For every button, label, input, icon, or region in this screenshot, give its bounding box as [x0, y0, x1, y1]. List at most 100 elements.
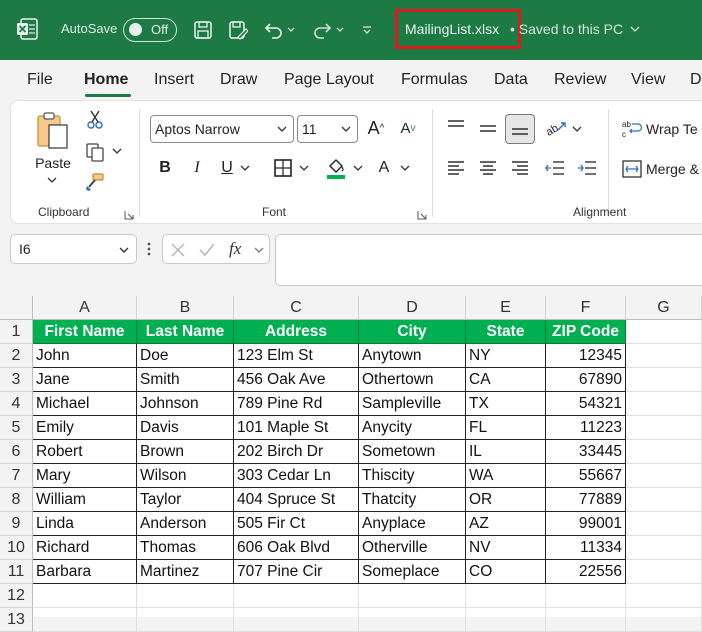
cell-e10[interactable]: NV	[466, 536, 546, 560]
cell-f4[interactable]: 54321	[546, 392, 626, 416]
cell-d3[interactable]: Othertown	[359, 368, 466, 392]
cell-e12[interactable]	[466, 584, 546, 608]
cell-a13[interactable]	[33, 608, 137, 632]
cell-b10[interactable]: Thomas	[137, 536, 234, 560]
row-header-1[interactable]: 1	[0, 320, 33, 344]
cell-c7[interactable]: 303 Cedar Ln	[234, 464, 359, 488]
cell-a7[interactable]: Mary	[33, 464, 137, 488]
cell-b3[interactable]: Smith	[137, 368, 234, 392]
cell-a8[interactable]: William	[33, 488, 137, 512]
tab-home[interactable]: Home	[84, 71, 128, 89]
merge-center-button[interactable]: Merge &	[622, 157, 702, 181]
decrease-font-icon[interactable]: Av	[397, 117, 419, 139]
format-painter-icon[interactable]	[83, 171, 107, 193]
cell-e8[interactable]: OR	[466, 488, 546, 512]
paste-dropdown-icon[interactable]	[45, 174, 59, 186]
cell-a11[interactable]: Barbara	[33, 560, 137, 584]
align-center-icon[interactable]	[477, 157, 499, 179]
cell-a9[interactable]: Linda	[33, 512, 137, 536]
row-header-4[interactable]: 4	[0, 392, 33, 416]
cell-b11[interactable]: Martinez	[137, 560, 234, 584]
cell-f1[interactable]: ZIP Code	[546, 320, 626, 344]
clipboard-launcher-icon[interactable]	[124, 207, 134, 220]
fill-color-dropdown-icon[interactable]	[352, 162, 364, 174]
underline-icon[interactable]: U	[217, 157, 237, 179]
row-header-8[interactable]: 8	[0, 488, 33, 512]
cell-c11[interactable]: 707 Pine Cir	[234, 560, 359, 584]
cell-a4[interactable]: Michael	[33, 392, 137, 416]
font-color-dropdown-icon[interactable]	[399, 162, 411, 174]
cell-f8[interactable]: 77889	[546, 488, 626, 512]
cell-c12[interactable]	[234, 584, 359, 608]
paste-icon[interactable]	[33, 111, 73, 151]
row-header-7[interactable]: 7	[0, 464, 33, 488]
cell-e5[interactable]: FL	[466, 416, 546, 440]
font-color-icon[interactable]: A	[374, 156, 394, 180]
align-middle-icon[interactable]	[477, 115, 499, 141]
cell-d9[interactable]: Anyplace	[359, 512, 466, 536]
spreadsheet-grid[interactable]: A B C D E F G 1 2 3 4 5 6 7 8 9 10 11 12 13 First Name Last N…	[0, 296, 702, 632]
cell-c2[interactable]: 123 Elm St	[234, 344, 359, 368]
wrap-text-button[interactable]: ab c Wrap Te	[622, 117, 702, 141]
cell-c5[interactable]: 101 Maple St	[234, 416, 359, 440]
cell-a12[interactable]	[33, 584, 137, 608]
cell-b1[interactable]: Last Name	[137, 320, 234, 344]
font-name-select[interactable]: Aptos Narrow	[150, 115, 294, 143]
cell-d6[interactable]: Sometown	[359, 440, 466, 464]
cell-g2[interactable]	[626, 344, 702, 368]
tab-review[interactable]: Review	[554, 71, 606, 89]
cell-b4[interactable]: Johnson	[137, 392, 234, 416]
font-launcher-icon[interactable]	[417, 207, 427, 220]
cell-c4[interactable]: 789 Pine Rd	[234, 392, 359, 416]
cell-f11[interactable]: 22556	[546, 560, 626, 584]
increase-indent-icon[interactable]	[576, 157, 598, 179]
cell-g7[interactable]	[626, 464, 702, 488]
row-header-6[interactable]: 6	[0, 440, 33, 464]
customize-toolbar-icon[interactable]	[358, 17, 376, 43]
row-header-11[interactable]: 11	[0, 560, 33, 584]
cell-e11[interactable]: CO	[466, 560, 546, 584]
cell-e2[interactable]: NY	[466, 344, 546, 368]
cell-d1[interactable]: City	[359, 320, 466, 344]
cell-d4[interactable]: Sampleville	[359, 392, 466, 416]
cell-g3[interactable]	[626, 368, 702, 392]
cell-e9[interactable]: AZ	[466, 512, 546, 536]
align-left-icon[interactable]	[445, 157, 467, 179]
column-header-f[interactable]: F	[546, 296, 626, 320]
tab-developer[interactable]: D	[690, 71, 702, 89]
cell-d8[interactable]: Thatcity	[359, 488, 466, 512]
cell-d2[interactable]: Anytown	[359, 344, 466, 368]
cell-g12[interactable]	[626, 584, 702, 608]
cell-b2[interactable]: Doe	[137, 344, 234, 368]
row-header-9[interactable]: 9	[0, 512, 33, 536]
fill-color-icon[interactable]	[324, 155, 348, 181]
cell-a10[interactable]: Richard	[33, 536, 137, 560]
cell-b12[interactable]	[137, 584, 234, 608]
row-header-3[interactable]: 3	[0, 368, 33, 392]
redo-dropdown-icon[interactable]	[333, 17, 347, 43]
excel-logo-icon[interactable]	[16, 18, 38, 40]
cell-d13[interactable]	[359, 608, 466, 632]
row-header-10[interactable]: 10	[0, 536, 33, 560]
underline-dropdown-icon[interactable]	[239, 162, 251, 174]
column-header-a[interactable]: A	[33, 296, 137, 320]
tab-page-layout[interactable]: Page Layout	[284, 71, 374, 89]
cell-g10[interactable]	[626, 536, 702, 560]
cell-c1[interactable]: Address	[234, 320, 359, 344]
cell-f13[interactable]	[546, 608, 626, 632]
tab-view[interactable]: View	[631, 71, 665, 89]
cell-c8[interactable]: 404 Spruce St	[234, 488, 359, 512]
column-header-d[interactable]: D	[359, 296, 466, 320]
increase-font-icon[interactable]: A ^	[365, 117, 387, 139]
cell-f2[interactable]: 12345	[546, 344, 626, 368]
align-bottom-icon[interactable]	[505, 114, 535, 144]
orientation-icon[interactable]: ab	[544, 115, 568, 141]
row-header-13[interactable]: 13	[0, 608, 33, 632]
save-icon[interactable]	[191, 17, 215, 43]
borders-dropdown-icon[interactable]	[298, 162, 310, 174]
cell-f12[interactable]	[546, 584, 626, 608]
cell-c13[interactable]	[234, 608, 359, 632]
cell-a3[interactable]: Jane	[33, 368, 137, 392]
cut-icon[interactable]	[84, 109, 106, 131]
cell-b8[interactable]: Taylor	[137, 488, 234, 512]
